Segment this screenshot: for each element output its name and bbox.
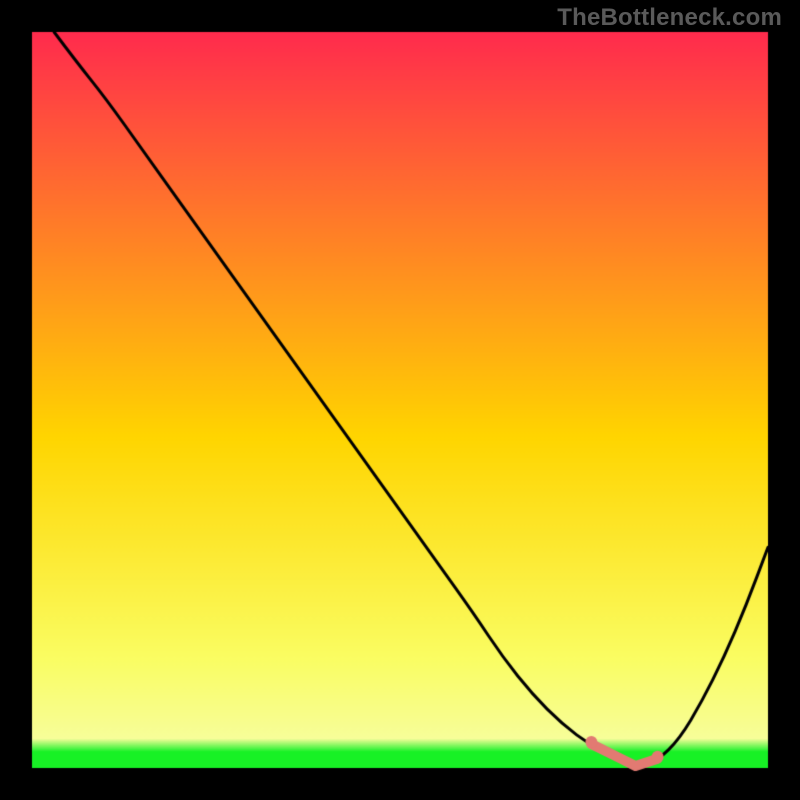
- watermark-text: TheBottleneck.com: [557, 4, 782, 32]
- bottleneck-chart: [0, 0, 800, 800]
